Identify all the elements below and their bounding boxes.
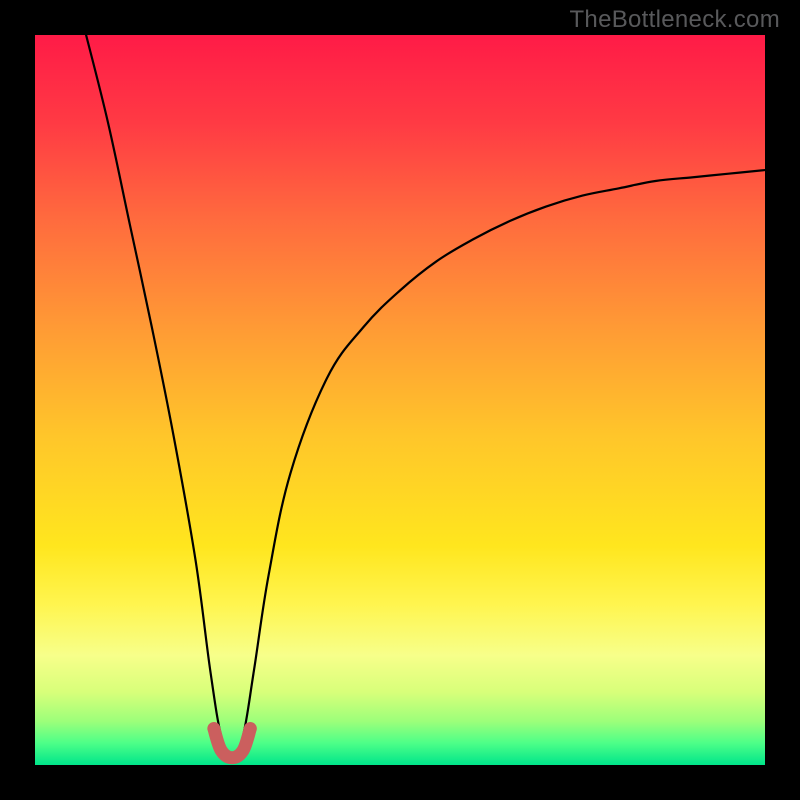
bottleneck-curve <box>35 35 765 765</box>
watermark: TheBottleneck.com <box>569 6 780 34</box>
plot-area <box>35 35 765 765</box>
chart-frame: TheBottleneck.com <box>0 0 800 800</box>
